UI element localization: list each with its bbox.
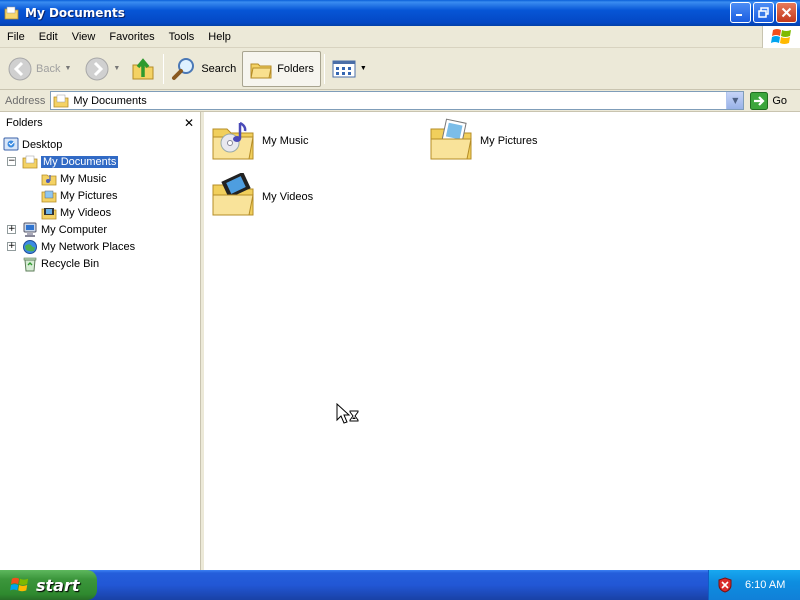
back-arrow-icon	[8, 57, 32, 80]
tree-item-desktop[interactable]: Desktop	[3, 136, 62, 153]
taskbar: start 6:10 AM	[0, 570, 800, 600]
folders-label: Folders	[277, 62, 314, 75]
back-label: Back	[36, 62, 61, 75]
expand-icon[interactable]: +	[7, 242, 16, 251]
file-item-label: My Videos	[262, 191, 314, 203]
documents-folder-icon	[22, 155, 38, 168]
recycle-bin-icon	[23, 257, 37, 271]
minimize-icon	[736, 14, 742, 16]
file-item-label: My Pictures	[480, 135, 538, 147]
start-button[interactable]: start	[0, 570, 97, 600]
address-field[interactable]: My Documents ▼	[50, 91, 745, 110]
pictures-folder-icon	[41, 190, 57, 202]
tree-item-my-videos[interactable]: My Videos	[41, 204, 111, 221]
search-button[interactable]: Search	[167, 51, 240, 87]
file-item-my-videos[interactable]: My Videos	[210, 173, 313, 221]
toolbar-separator	[163, 53, 165, 84]
magnifier-icon	[172, 57, 195, 80]
forward-button[interactable]: ▼	[81, 51, 124, 87]
tree-item-label: My Documents	[41, 155, 119, 168]
minimize-button[interactable]	[730, 2, 751, 23]
system-tray: 6:10 AM	[708, 570, 800, 600]
restore-icon	[758, 7, 769, 18]
tree-item-my-music[interactable]: My Music	[41, 170, 106, 187]
views-icon	[332, 60, 356, 77]
desktop-icon	[3, 137, 19, 150]
close-button[interactable]	[776, 2, 797, 23]
toolbar-separator	[323, 53, 325, 84]
videos-folder-icon	[41, 207, 57, 219]
tree-item-my-computer[interactable]: My Computer	[22, 221, 107, 238]
close-icon	[781, 7, 792, 18]
folder-icon	[4, 6, 19, 20]
forward-dropdown-icon[interactable]: ▼	[113, 65, 120, 72]
tree-item-label: Recycle Bin	[41, 257, 100, 270]
search-label: Search	[201, 62, 237, 75]
file-view: My Music My Pictures My Videos	[204, 112, 800, 570]
menu-edit[interactable]: Edit	[32, 31, 65, 43]
security-shield-icon[interactable]	[717, 577, 733, 593]
address-label: Address	[5, 94, 46, 107]
restore-button[interactable]	[753, 2, 774, 23]
documents-folder-icon	[53, 94, 69, 107]
music-folder-icon	[212, 121, 254, 160]
menu-view[interactable]: View	[65, 31, 103, 43]
file-item-my-music[interactable]: My Music	[210, 117, 308, 165]
menu-file[interactable]: File	[0, 31, 32, 43]
tree-item-label: My Videos	[60, 206, 112, 219]
folder-icon	[250, 63, 272, 78]
file-item-label: My Music	[262, 135, 309, 147]
title-bar[interactable]: My Documents	[0, 0, 800, 26]
pictures-folder-icon	[430, 118, 472, 160]
address-value: My Documents	[73, 94, 147, 107]
folders-pane-title: Folders	[6, 117, 43, 129]
music-folder-icon	[41, 174, 57, 185]
tree-item-label: My Pictures	[60, 189, 118, 202]
up-folder-icon	[132, 57, 154, 79]
views-button[interactable]: ▼	[328, 51, 371, 87]
tree-item-my-network-places[interactable]: My Network Places	[22, 238, 135, 255]
up-button[interactable]	[126, 51, 160, 87]
windows-logo-icon	[10, 577, 29, 592]
tree-item-label: Desktop	[22, 138, 63, 151]
address-bar: Address My Documents ▼ Go	[0, 90, 800, 112]
menu-help[interactable]: Help	[201, 31, 238, 43]
chevron-down-icon: ▼	[732, 96, 739, 105]
go-arrow-icon	[750, 91, 769, 110]
collapse-icon[interactable]: −	[7, 157, 16, 166]
address-dropdown-button[interactable]: ▼	[726, 92, 744, 109]
window-title: My Documents	[25, 6, 125, 20]
folders-pane-header: Folders ✕	[0, 112, 200, 134]
network-icon	[23, 239, 37, 254]
menu-tools[interactable]: Tools	[162, 31, 202, 43]
busy-cursor-icon	[336, 403, 359, 424]
videos-folder-icon	[212, 173, 254, 216]
forward-arrow-icon	[85, 57, 109, 80]
computer-icon	[23, 222, 37, 237]
folders-pane: Folders ✕ Desktop − My Documents My Musi…	[0, 112, 201, 570]
tree-item-my-pictures[interactable]: My Pictures	[41, 187, 117, 204]
file-item-my-pictures[interactable]: My Pictures	[428, 117, 537, 165]
go-button[interactable]: Go	[750, 91, 788, 110]
back-button[interactable]: Back ▼	[4, 51, 75, 87]
views-dropdown-icon[interactable]: ▼	[360, 65, 367, 72]
tree-item-my-documents[interactable]: My Documents	[22, 153, 119, 170]
windows-logo-icon	[762, 26, 800, 48]
tree-item-recycle-bin[interactable]: Recycle Bin	[22, 255, 99, 272]
go-label: Go	[772, 94, 788, 107]
start-label: start	[36, 575, 80, 595]
tree-item-label: My Music	[60, 172, 107, 185]
toolbar: Back ▼ ▼ Search Folders ▼	[0, 48, 800, 90]
close-icon[interactable]: ✕	[184, 116, 194, 130]
clock[interactable]: 6:10 AM	[745, 579, 785, 591]
tree-item-label: My Computer	[41, 223, 108, 236]
tree-item-label: My Network Places	[41, 240, 136, 253]
menu-favorites[interactable]: Favorites	[102, 31, 161, 43]
menu-bar: File Edit View Favorites Tools Help	[0, 26, 800, 48]
expand-icon[interactable]: +	[7, 225, 16, 234]
folders-button[interactable]: Folders	[242, 50, 321, 87]
back-dropdown-icon[interactable]: ▼	[64, 65, 71, 72]
